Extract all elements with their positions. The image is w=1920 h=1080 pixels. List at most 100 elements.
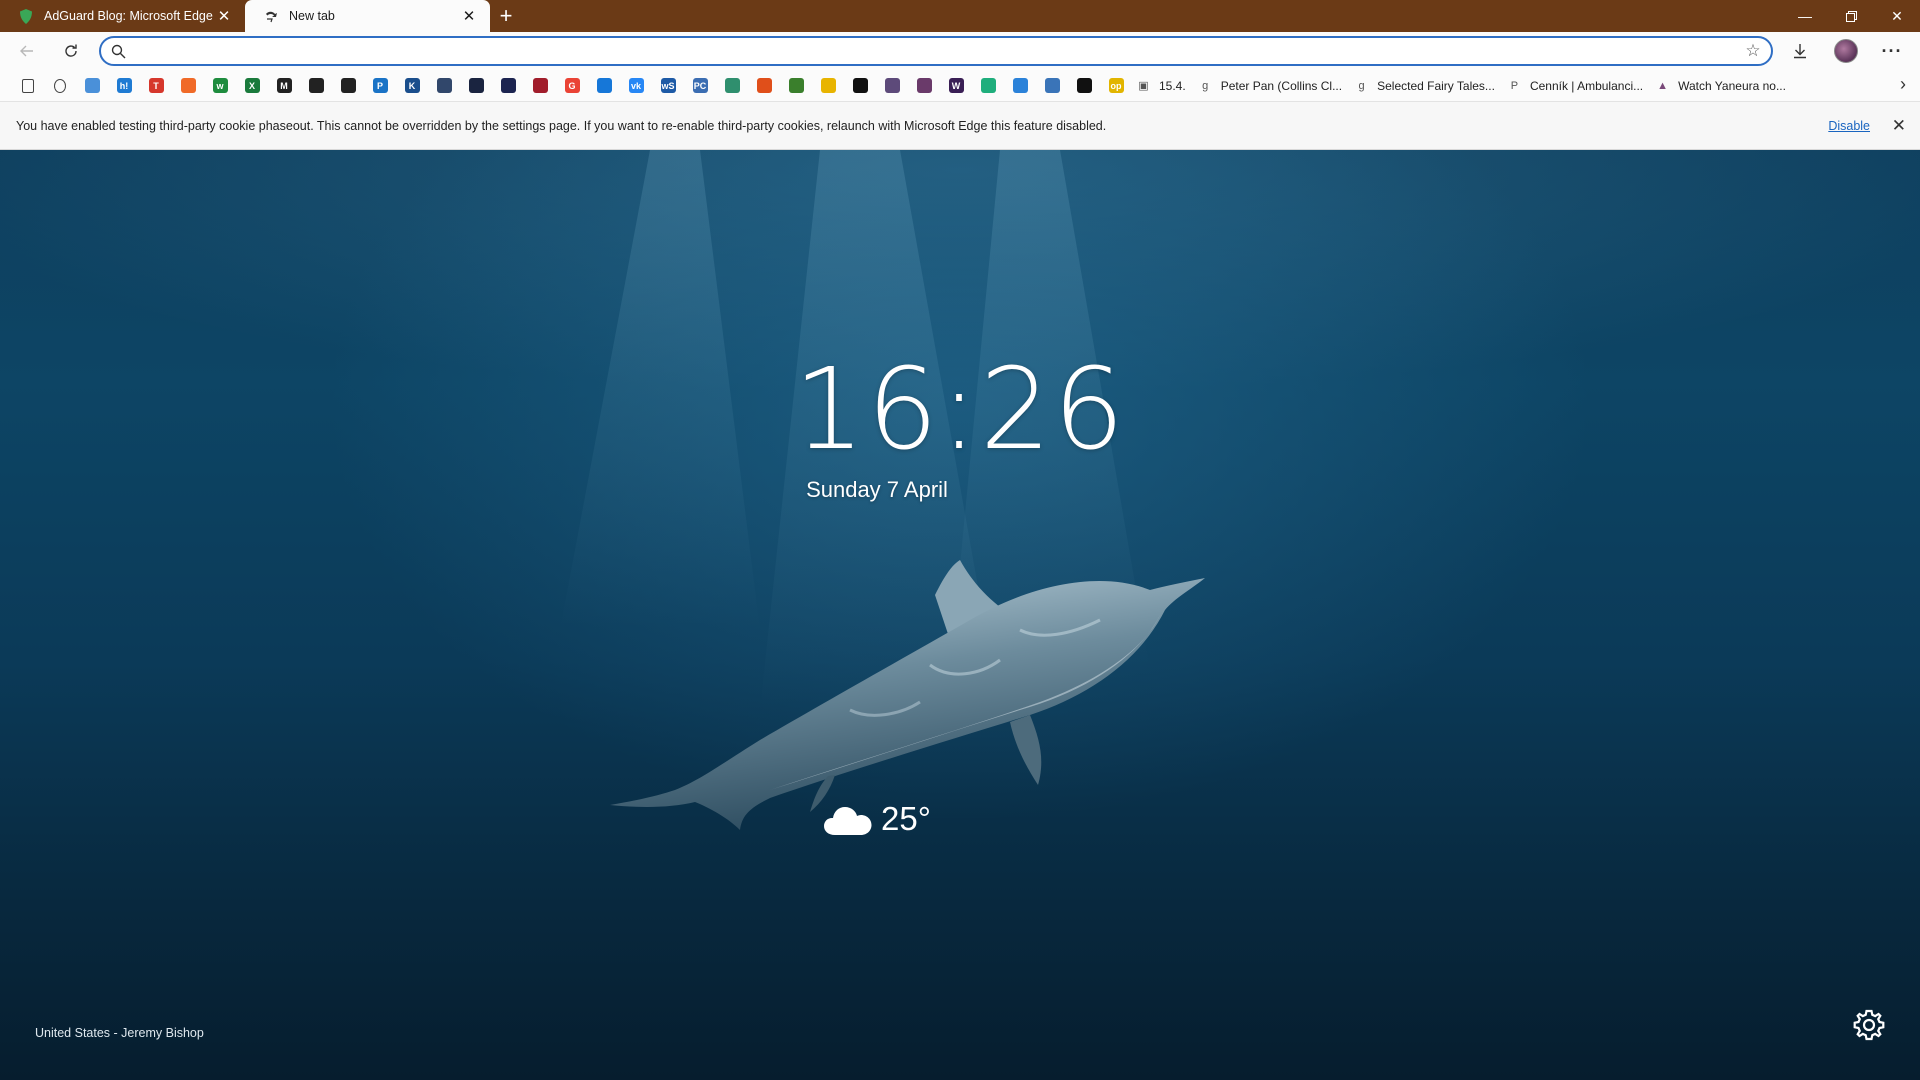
favorite-item[interactable]: X <box>236 74 268 98</box>
favorite-item[interactable]: ▲ Watch Yaneura no... <box>1651 74 1794 98</box>
window-controls: — ✕ <box>1782 0 1920 32</box>
favorite-label: 15.4. <box>1159 78 1186 93</box>
tab-new-tab[interactable]: New tab ✕ <box>245 0 490 32</box>
pin-icon <box>308 78 324 93</box>
favorite-star-icon[interactable]: ☆ <box>1735 41 1771 61</box>
cloud-icon <box>824 807 872 835</box>
favorite-item[interactable] <box>492 74 524 98</box>
favorites-bar: h! Tw X M P K Gvk wS PC Wop ▣ 15.4. g Peter Pan (Coll… <box>0 70 1920 102</box>
favorite-item[interactable]: w <box>204 74 236 98</box>
h-icon: h! <box>116 78 132 93</box>
favorite-item[interactable] <box>812 74 844 98</box>
favorite-item[interactable]: P Cenník | Ambulanci... <box>1503 74 1651 98</box>
chevron-right-icon[interactable]: › <box>1900 74 1906 95</box>
clock-time: 16:26 <box>793 345 1127 475</box>
favorite-item[interactable] <box>748 74 780 98</box>
wave-icon <box>84 78 100 93</box>
back-button[interactable] <box>9 35 45 67</box>
favorite-item[interactable]: W <box>940 74 972 98</box>
ship-icon <box>916 78 932 93</box>
close-tab-icon[interactable]: ✕ <box>215 7 233 25</box>
cube-icon <box>468 78 484 93</box>
pc-icon: PC <box>692 78 708 93</box>
favorite-item[interactable]: T <box>140 74 172 98</box>
close-tab-icon[interactable]: ✕ <box>460 7 478 25</box>
favorite-item[interactable] <box>876 74 908 98</box>
favorite-item[interactable] <box>460 74 492 98</box>
new-tab-page: 16:26 Sunday 7 April 25° United States - <box>0 150 1920 1080</box>
address-input[interactable] <box>135 43 1735 59</box>
favorite-item[interactable]: h! <box>108 74 140 98</box>
favorite-item[interactable] <box>716 74 748 98</box>
weather-widget[interactable]: 25° <box>823 800 931 838</box>
favorite-item[interactable] <box>780 74 812 98</box>
favorite-item[interactable] <box>844 74 876 98</box>
leaf-icon <box>724 78 740 93</box>
new-tab-page-icon <box>263 8 279 24</box>
favorite-item[interactable] <box>332 74 364 98</box>
photo-icon <box>788 78 804 93</box>
address-bar[interactable]: ☆ <box>99 36 1773 66</box>
page-icon <box>22 78 34 93</box>
new-tab-button[interactable]: + <box>490 0 522 32</box>
restore-icon[interactable] <box>1828 0 1874 32</box>
favorite-label: Peter Pan (Collins Cl... <box>1220 78 1343 93</box>
favorite-item[interactable] <box>1004 74 1036 98</box>
disable-link[interactable]: Disable <box>1828 119 1870 133</box>
vk-icon: vk <box>628 78 644 93</box>
favorite-item[interactable] <box>1068 74 1100 98</box>
adguard-shield-icon <box>18 8 34 24</box>
m-icon: M <box>276 78 292 93</box>
favorite-item[interactable]: ▣ 15.4. <box>1132 74 1194 98</box>
favorite-item[interactable]: P <box>364 74 396 98</box>
w-icon: w <box>212 78 228 93</box>
favorite-item[interactable]: G <box>556 74 588 98</box>
favorite-item[interactable]: g Selected Fairy Tales... <box>1350 74 1503 98</box>
favorite-item[interactable] <box>300 74 332 98</box>
ws-icon: wS <box>660 78 676 93</box>
favorite-item[interactable] <box>76 74 108 98</box>
minimize-icon[interactable]: — <box>1782 0 1828 32</box>
settings-menu-button[interactable]: ··· <box>1874 35 1910 67</box>
avatar <box>1834 39 1858 63</box>
close-infobar-icon[interactable]: ✕ <box>1892 116 1906 136</box>
back-arrow-icon <box>20 45 33 57</box>
tab-strip: AdGuard Blog: Microsoft Edge is ✕ New ta… <box>0 0 1920 32</box>
p-icon: P <box>1510 79 1519 92</box>
p-icon: P <box>372 78 388 93</box>
x-icon: X <box>244 78 260 93</box>
favorite-item[interactable] <box>1036 74 1068 98</box>
toolbar: ☆ ··· <box>0 32 1920 70</box>
favorite-item[interactable] <box>908 74 940 98</box>
favorite-item[interactable]: PC <box>684 74 716 98</box>
favorite-item[interactable]: op <box>1100 74 1132 98</box>
favorite-item[interactable]: K <box>396 74 428 98</box>
g-icon: g <box>1358 79 1365 92</box>
tab-title: New tab <box>289 9 335 23</box>
tab-adguard-blog[interactable]: AdGuard Blog: Microsoft Edge is ✕ <box>0 0 245 32</box>
shield-icon <box>596 78 612 93</box>
arrow-icon <box>1076 78 1092 93</box>
favorite-item[interactable] <box>172 74 204 98</box>
favorite-item[interactable]: g Peter Pan (Collins Cl... <box>1194 74 1350 98</box>
favorite-item[interactable]: wS <box>652 74 684 98</box>
favorite-item[interactable] <box>428 74 460 98</box>
page-settings-gear-icon[interactable] <box>1852 1008 1886 1042</box>
favorite-item[interactable] <box>12 74 44 98</box>
favorite-item[interactable]: M <box>268 74 300 98</box>
chart-icon <box>532 78 548 93</box>
download-icon <box>1794 44 1806 59</box>
favorite-item[interactable]: vk <box>620 74 652 98</box>
moon-icon <box>500 78 516 93</box>
favorite-label: Selected Fairy Tales... <box>1377 78 1495 93</box>
downloads-button[interactable] <box>1782 35 1818 67</box>
profile-button[interactable] <box>1828 35 1864 67</box>
favorite-item[interactable] <box>972 74 1004 98</box>
favorite-item[interactable] <box>44 74 76 98</box>
refresh-button[interactable] <box>53 35 89 67</box>
image-credit[interactable]: United States - Jeremy Bishop <box>35 1026 204 1040</box>
refresh-icon <box>65 44 77 57</box>
favorite-item[interactable] <box>588 74 620 98</box>
favorite-item[interactable] <box>524 74 556 98</box>
close-window-icon[interactable]: ✕ <box>1874 0 1920 32</box>
